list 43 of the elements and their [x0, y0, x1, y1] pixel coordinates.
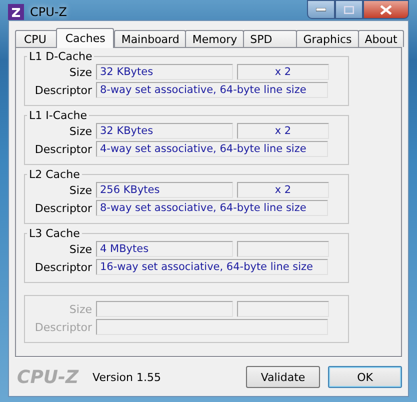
- maximize-button[interactable]: [335, 0, 363, 19]
- tab[interactable]: SPD: [243, 30, 298, 47]
- maximize-icon: [344, 6, 354, 14]
- count-field: x 2: [237, 182, 329, 198]
- size-field: 256 KBytes: [96, 182, 233, 198]
- minimize-icon: [316, 8, 326, 12]
- size-field: 32 KBytes: [96, 64, 233, 80]
- field-label: Size: [68, 66, 92, 78]
- descriptor-field: 8-way set associative, 64-byte line size: [96, 82, 328, 98]
- tab[interactable]: Graphics: [296, 30, 359, 47]
- count-field: x 2: [237, 64, 329, 80]
- field-label: Descriptor: [34, 142, 92, 156]
- descriptor-field: 8-way set associative, 64-byte line size: [96, 200, 328, 216]
- window-title: CPU-Z: [30, 5, 67, 19]
- tab[interactable]: Mainboard: [114, 30, 186, 47]
- field-label: Size: [68, 242, 92, 256]
- field-label: Size: [68, 184, 92, 196]
- count-field: x 2: [237, 123, 329, 139]
- descriptor-field: 16-way set associative, 64-byte line size: [96, 259, 328, 275]
- field-label: Descriptor: [34, 320, 92, 334]
- version-text: Version 1.55: [92, 370, 161, 384]
- tab[interactable]: Caches: [56, 28, 114, 48]
- descriptor-field: 4-way set associative, 64-byte line size: [96, 141, 328, 157]
- logo: CPU-Z: [17, 366, 79, 388]
- close-button[interactable]: [363, 0, 409, 19]
- group-title: L3 Cache: [28, 227, 81, 240]
- minimize-button[interactable]: [307, 0, 335, 19]
- group-title: L1 D-Cache: [28, 50, 94, 63]
- tab[interactable]: Memory: [185, 30, 244, 47]
- group-title: L1 I-Cache: [28, 109, 88, 122]
- close-icon: [380, 4, 392, 14]
- group-title: L2 Cache: [28, 168, 81, 181]
- size-field: 4 MBytes: [96, 241, 233, 257]
- validate-button[interactable]: Validate: [246, 366, 320, 388]
- ok-button[interactable]: OK: [328, 366, 402, 388]
- field-label: Size: [68, 124, 92, 138]
- field-label: Size: [68, 302, 92, 316]
- tab[interactable]: About: [358, 30, 404, 47]
- field-label: Descriptor: [34, 202, 92, 214]
- field-label: Descriptor: [34, 260, 92, 274]
- app-icon: [8, 4, 24, 20]
- field-label: Descriptor: [34, 84, 92, 96]
- size-field: 32 KBytes: [96, 123, 233, 139]
